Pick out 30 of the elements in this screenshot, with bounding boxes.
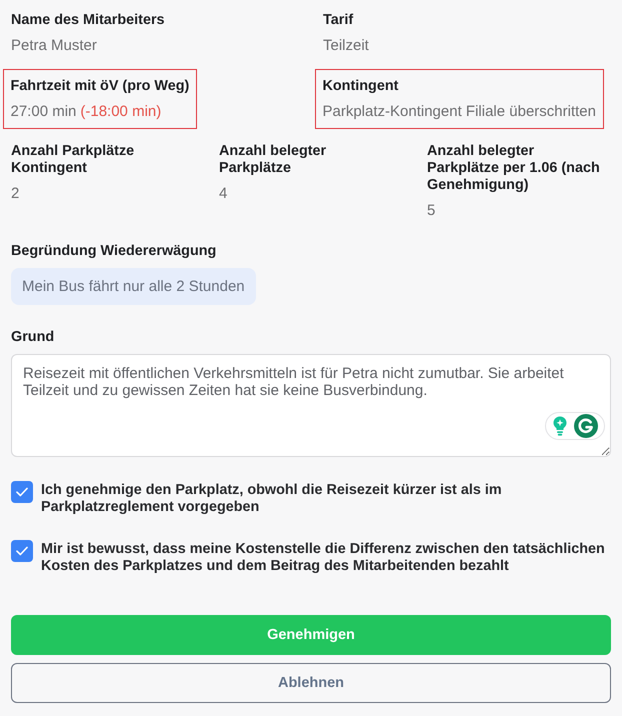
field-label: Tarif — [323, 12, 354, 29]
reject-button[interactable]: Ablehnen — [11, 663, 611, 703]
section-label: Grund — [11, 329, 56, 346]
field-value: 2 — [11, 185, 20, 202]
approve-button[interactable]: Genehmigen — [11, 615, 611, 655]
g-logo-icon[interactable] — [574, 414, 598, 438]
field-value: 5 — [427, 202, 436, 219]
check-icon — [16, 546, 28, 556]
field-value: Petra Muster — [11, 37, 97, 54]
section-label: Begründung Wiedererwägung — [11, 243, 218, 260]
lightbulb-icon[interactable] — [553, 416, 567, 436]
reason-bubble: Mein Bus fährt nur alle 2 Stunden — [11, 268, 256, 305]
field-label: Name des Mitarbeiters — [11, 12, 165, 29]
field-value: Parkplatz-Kontingent Filiale überschritten — [322, 102, 596, 120]
field-value: 27:00 min — [10, 102, 76, 120]
checkbox-label: Ich genehmige den Parkplatz, obwohl die Reisezeit kürzer ist als im Parkplatzreglement vorgegeben — [41, 481, 503, 516]
reason-textarea[interactable]: Reisezeit mit öffentlichen Verkehrsmitteln ist für Petra nicht zumutbar. Sie arbeitet Teilzeit und zu gewissen Zeiten hat sie keine Busverbindung. — [11, 354, 611, 457]
checkbox[interactable] — [11, 481, 33, 503]
field-label: Fahrtzeit mit öV (pro Weg) — [10, 78, 190, 94]
field-value: 4 — [219, 185, 228, 202]
checkbox-label: Mir ist bewusst, dass meine Kostenstelle die Differenz zwischen den tatsächlichen Kosten des Parkplatzes und dem Beitrag des Mitarbeitenden bezahlt — [41, 540, 606, 575]
field-label: Kontingent — [322, 78, 400, 94]
field-label: Anzahl belegter Parkplätze per 1.06 (nach Genehmigung) — [427, 143, 601, 194]
field-label: Anzahl Parkplätze Kontingent — [11, 143, 136, 177]
field-value: Teilzeit — [323, 37, 369, 54]
check-icon — [16, 487, 28, 497]
time-difference: (-18:00 min) — [80, 102, 162, 120]
writing-assistant-widget[interactable] — [545, 412, 605, 440]
checkbox[interactable] — [11, 540, 33, 562]
field-label: Anzahl belegter Parkplätze — [219, 143, 328, 177]
